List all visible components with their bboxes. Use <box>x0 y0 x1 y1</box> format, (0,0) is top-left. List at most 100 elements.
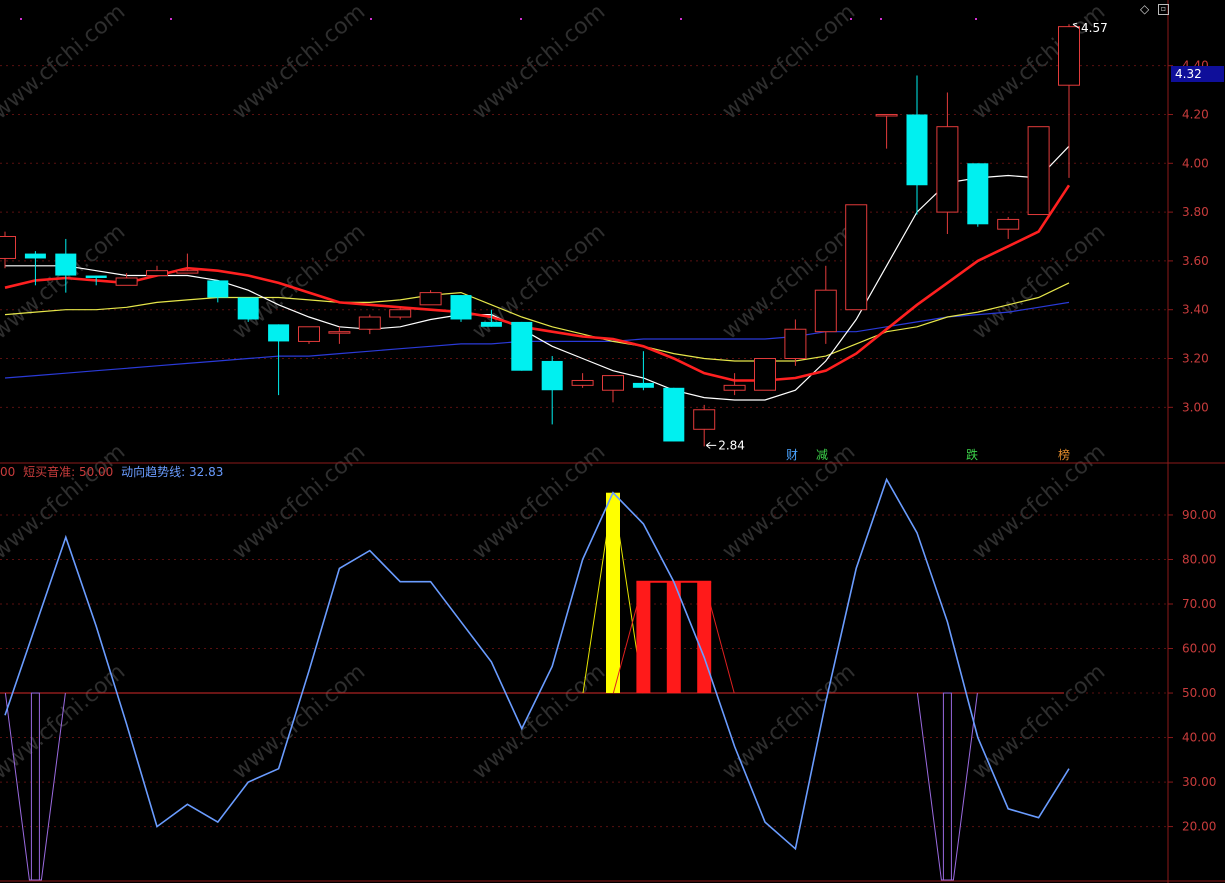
diamond-icon[interactable]: ◇ <box>1140 2 1149 16</box>
candle-body-down <box>906 114 928 186</box>
top-marker-dot <box>850 18 852 20</box>
indicator-y-tick-label: 50.00 <box>1182 686 1216 700</box>
red-signal-bar <box>636 581 651 694</box>
candle-body-up <box>1058 26 1080 86</box>
main-y-tick-label: 4.20 <box>1182 107 1209 121</box>
low-arrow <box>705 441 717 449</box>
indicator-header: 00 短买音准: 50.00 动向趋势线: 32.83 <box>0 463 227 480</box>
chart-canvas: www.cfchi.com www.cfchi.com www.cfchi.com w… <box>0 0 1225 883</box>
watermark-text: www.cfchi.com <box>968 219 1110 344</box>
last-price-tag: 4.32 <box>1171 66 1224 82</box>
main-y-tick-label: 3.60 <box>1182 254 1209 268</box>
candle-body-down <box>450 295 472 320</box>
watermark-text: www.cfchi.com <box>718 219 860 344</box>
main-y-tick-label: 3.00 <box>1182 400 1209 414</box>
top-marker-dot <box>975 18 977 20</box>
candle-body-down <box>24 253 46 259</box>
candle-body-up <box>814 289 837 333</box>
grid-lines <box>0 65 1168 828</box>
candle-body-down <box>268 324 290 342</box>
candle-body-up <box>693 409 716 430</box>
candlestick-series <box>0 24 1080 447</box>
watermark-layer: www.cfchi.com www.cfchi.com www.cfchi.com w… <box>0 0 1110 785</box>
indicator-y-tick-label: 40.00 <box>1182 731 1216 745</box>
watermark-text: www.cfchi.com <box>228 0 370 125</box>
high-annotation: 4.57 <box>1081 21 1108 35</box>
candle-body-up <box>571 379 594 386</box>
main-y-tick-label: 3.80 <box>1182 205 1209 219</box>
watermark-text: www.cfchi.com <box>228 659 370 784</box>
candle-body-down <box>85 275 107 278</box>
purple-spike-bar <box>942 692 952 881</box>
event-marker-1: 减 <box>816 448 828 462</box>
tick-labels: 4.404.204.003.803.603.403.203.0090.0080.… <box>1182 59 1216 834</box>
candle-body-down <box>632 382 654 388</box>
watermark-text: www.cfchi.com <box>0 439 130 564</box>
candle-body-up <box>875 113 898 117</box>
top-marker-dot <box>170 18 172 20</box>
indicator-series <box>0 477 1070 881</box>
candle-body-up <box>389 309 412 318</box>
trend-line <box>4 477 1070 851</box>
watermark-text: www.cfchi.com <box>0 0 130 125</box>
red-signal-bar <box>697 581 712 694</box>
top-marker-dot <box>20 18 22 20</box>
candle-body-down <box>55 253 77 276</box>
main-y-tick-label: 3.40 <box>1182 303 1209 317</box>
red-signal-bar <box>666 581 681 694</box>
candle-body-down <box>663 387 685 442</box>
candle-body-up <box>784 328 807 360</box>
watermark-text: www.cfchi.com <box>968 0 1110 125</box>
candle-body-up <box>602 375 624 391</box>
candle-body-up <box>845 204 868 311</box>
candle-body-up <box>115 277 138 286</box>
indicator-header-item-2: 动向趋势线: 32.83 <box>121 465 224 479</box>
indicator-y-tick-label: 90.00 <box>1182 508 1216 522</box>
candle-body-up <box>997 218 1020 230</box>
candle-body-up <box>298 326 320 342</box>
ma60-line <box>4 301 1070 379</box>
candle-body-up <box>754 358 776 391</box>
candle-body-down <box>207 280 229 298</box>
indicator-y-tick-label: 70.00 <box>1182 597 1216 611</box>
candle-body-down <box>967 163 989 225</box>
watermark-text: www.cfchi.com <box>468 0 610 125</box>
candle-body-down <box>511 321 533 371</box>
candle-body-up <box>358 316 381 330</box>
top-marker-dot <box>680 18 682 20</box>
candle-body-down <box>480 321 502 327</box>
purple-spike-outline <box>916 692 978 881</box>
indicator-y-tick-label: 80.00 <box>1182 552 1216 566</box>
candle-body-up <box>419 292 442 306</box>
watermark-text: www.cfchi.com <box>0 659 130 784</box>
indicator-header-item-1: 短买音准: 50.00 <box>23 465 114 479</box>
indicator-y-tick-label: 30.00 <box>1182 775 1216 789</box>
candle-body-down <box>237 297 259 320</box>
candle-body-up <box>146 270 168 277</box>
main-y-tick-label: 3.20 <box>1182 352 1209 366</box>
indicator-y-tick-label: 60.00 <box>1182 642 1216 656</box>
yellow-signal-bar <box>606 492 620 694</box>
window-restore-icon[interactable]: ▫ <box>1158 4 1169 15</box>
event-marker-3: 榜 <box>1058 447 1070 462</box>
candle-body-up <box>723 384 746 391</box>
main-y-tick-label: 4.00 <box>1182 156 1209 170</box>
watermark-text: www.cfchi.com <box>718 659 860 784</box>
candle-body-down <box>541 360 563 391</box>
watermark-text: www.cfchi.com <box>228 439 370 564</box>
top-marker-dot <box>370 18 372 20</box>
candle-body-up <box>328 331 351 334</box>
watermark-text: www.cfchi.com <box>228 219 370 344</box>
indicator-header-item-0: 00 <box>0 465 16 479</box>
event-marker-0: 财 <box>786 448 798 462</box>
top-marker-dot <box>880 18 882 20</box>
event-marker-2: 跌 <box>966 447 978 462</box>
watermark-text: www.cfchi.com <box>468 659 610 784</box>
watermark-text: www.cfchi.com <box>968 439 1110 564</box>
candle-body-up <box>1027 126 1050 216</box>
top-marker-dot <box>520 18 522 20</box>
candle-body-up <box>176 270 199 274</box>
candle-body-up <box>936 126 959 213</box>
indicator-y-tick-label: 20.00 <box>1182 820 1216 834</box>
candle-body-up <box>0 236 16 259</box>
